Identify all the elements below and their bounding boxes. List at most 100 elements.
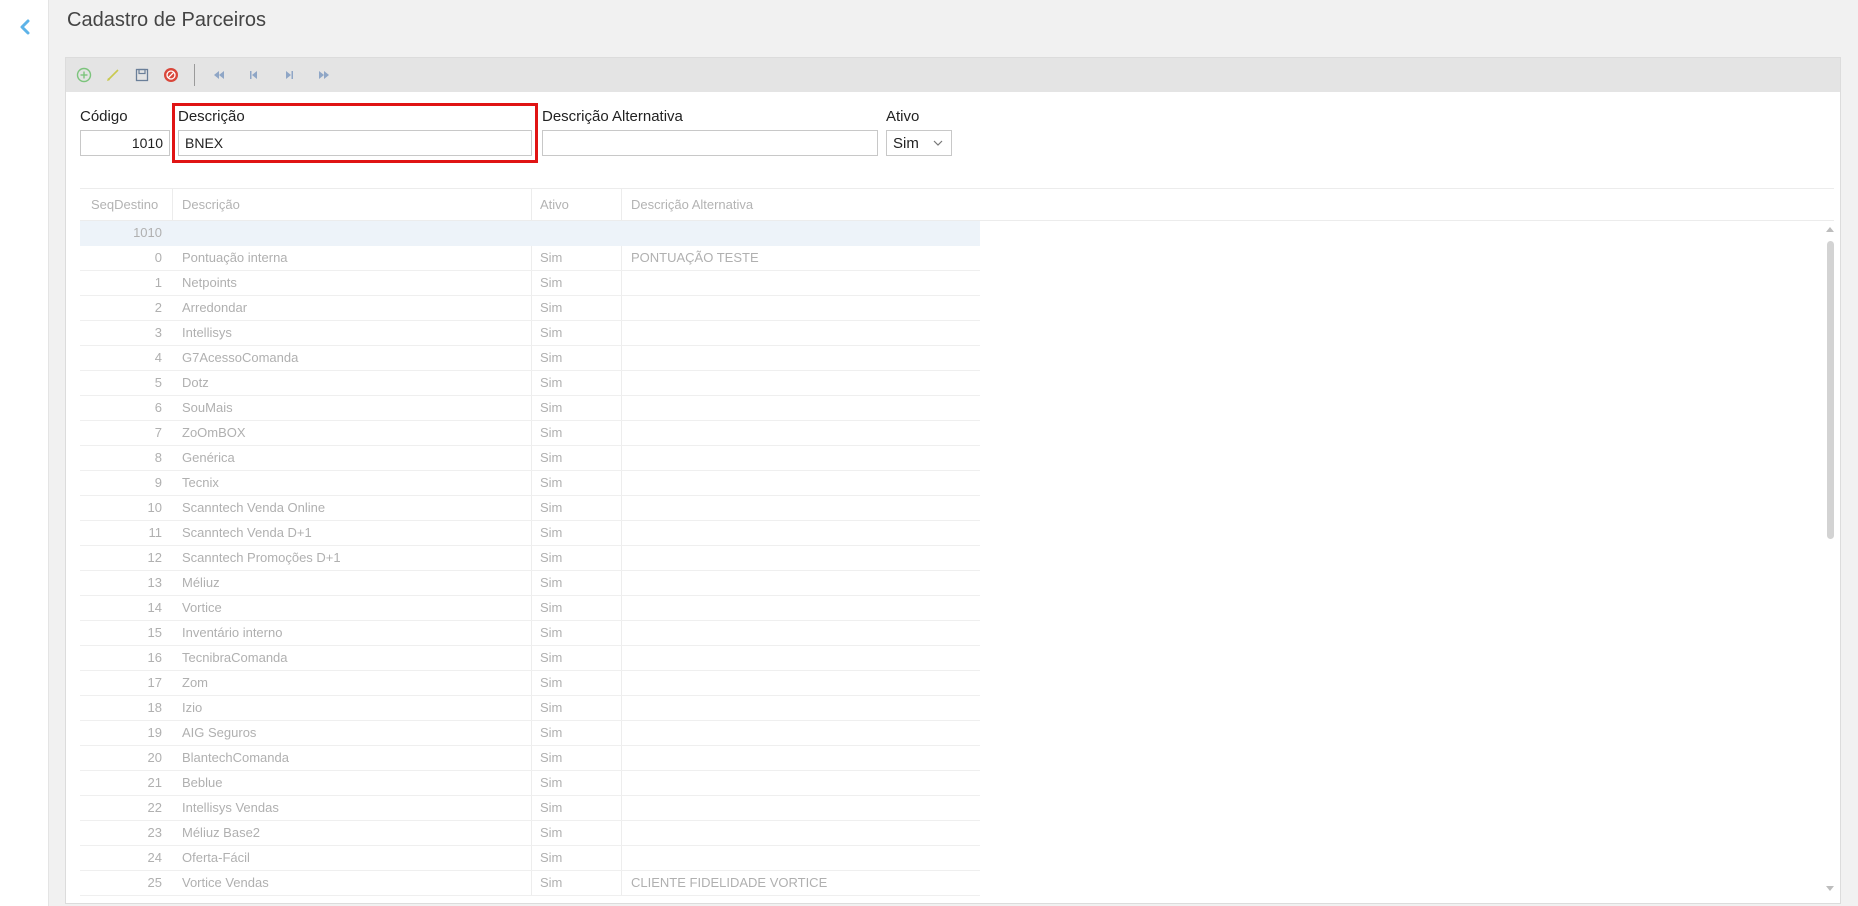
cell-descricao: Vortice Vendas — [182, 875, 269, 890]
cell-seqdestino: 16 — [147, 650, 162, 665]
table-row[interactable]: 4 G7AcessoComanda Sim — [80, 346, 980, 371]
table-row[interactable]: 10 Scanntech Venda Online Sim — [80, 496, 980, 521]
table-row[interactable]: 25 Vortice Vendas Sim CLIENTE FIDELIDADE VO… — [80, 871, 980, 896]
cell-descricao: Izio — [182, 700, 203, 715]
table-row[interactable]: 16 TecnibraComanda Sim — [80, 646, 980, 671]
column-divider — [621, 796, 622, 820]
table-row[interactable]: 24 Oferta-Fácil Sim — [80, 846, 980, 871]
table-row[interactable]: 5 Dotz Sim — [80, 371, 980, 396]
cell-descricao: Méliuz — [182, 575, 220, 590]
cell-ativo: Sim — [540, 425, 563, 440]
column-divider — [621, 346, 622, 370]
next-record-icon[interactable] — [277, 63, 301, 87]
cell-ativo: Sim — [540, 800, 563, 815]
cell-descricao-alternativa — [631, 521, 971, 545]
cell-ativo: Sim — [540, 850, 563, 865]
table-row[interactable]: 21 Beblue Sim — [80, 771, 980, 796]
first-record-icon[interactable] — [207, 63, 231, 87]
cell-ativo: Sim — [540, 725, 563, 740]
column-header-descricao[interactable]: Descrição — [182, 189, 240, 220]
cell-descricao-alternativa — [631, 396, 971, 420]
table-row[interactable]: 13 Méliuz Sim — [80, 571, 980, 596]
table-row[interactable]: 23 Méliuz Base2 Sim — [80, 821, 980, 846]
cell-ativo: Sim — [540, 450, 563, 465]
table-row[interactable]: 11 Scanntech Venda D+1 Sim — [80, 521, 980, 546]
cell-descricao-alternativa — [631, 346, 971, 370]
table-row[interactable]: 8 Genérica Sim — [80, 446, 980, 471]
cell-seqdestino: 2 — [154, 300, 162, 315]
cell-descricao-alternativa: CLIENTE FIDELIDADE VORTICE — [631, 875, 828, 890]
table-row[interactable]: 18 Izio Sim — [80, 696, 980, 721]
column-divider — [621, 571, 622, 595]
cell-ativo: Sim — [540, 775, 563, 790]
table-row[interactable]: 19 AIG Seguros Sim — [80, 721, 980, 746]
cell-seqdestino: 14 — [147, 600, 162, 615]
cell-ativo: Sim — [540, 625, 563, 640]
cell-ativo: Sim — [540, 475, 563, 490]
save-icon[interactable] — [130, 63, 154, 87]
cell-seqdestino: 23 — [147, 825, 162, 840]
back-chevron-icon[interactable] — [14, 14, 36, 40]
table-row[interactable]: 22 Intellisys Vendas Sim — [80, 796, 980, 821]
scroll-down-icon[interactable] — [1826, 886, 1834, 891]
table-row[interactable]: 20 BlantechComanda Sim — [80, 746, 980, 771]
scrollbar-thumb[interactable] — [1827, 241, 1834, 539]
cell-descricao-alternativa — [631, 296, 971, 320]
last-record-icon[interactable] — [312, 63, 336, 87]
table-row[interactable]: 7 ZoOmBOX Sim — [80, 421, 980, 446]
cell-seqdestino: 18 — [147, 700, 162, 715]
cell-seqdestino: 0 — [154, 250, 162, 265]
table-row[interactable]: 6 SouMais Sim — [80, 396, 980, 421]
column-divider — [621, 421, 622, 445]
toolbar — [66, 58, 1840, 92]
add-icon[interactable] — [72, 63, 96, 87]
cell-ativo: Sim — [540, 600, 563, 615]
desc-alt-input[interactable] — [542, 130, 878, 156]
cell-ativo: Sim — [540, 400, 563, 415]
grid-body: 1010 0 Pontuação interna Sim PONTUAÇÃO TESTE… — [80, 221, 980, 896]
table-row[interactable]: 12 Scanntech Promoções D+1 Sim — [80, 546, 980, 571]
cell-descricao: Pontuação interna — [182, 250, 288, 265]
cell-descricao-alternativa — [631, 721, 971, 745]
table-row[interactable]: 15 Inventário interno Sim — [80, 621, 980, 646]
table-row[interactable]: 14 Vortice Sim — [80, 596, 980, 621]
table-row[interactable]: 2 Arredondar Sim — [80, 296, 980, 321]
cell-descricao: Oferta-Fácil — [182, 850, 250, 865]
cell-seqdestino: 1010 — [133, 225, 162, 240]
column-header-ativo[interactable]: Ativo — [540, 189, 569, 220]
ativo-select[interactable]: Sim — [886, 130, 952, 156]
table-row[interactable]: 0 Pontuação interna Sim PONTUAÇÃO TESTE — [80, 246, 980, 271]
column-header-seqdestino[interactable]: SeqDestino — [91, 189, 158, 220]
grid-scrollbar[interactable] — [1823, 221, 1837, 891]
cell-descricao: Inventário interno — [182, 625, 283, 640]
table-row[interactable]: 1 Netpoints Sim — [80, 271, 980, 296]
table-row[interactable]: 3 Intellisys Sim — [80, 321, 980, 346]
previous-record-icon[interactable] — [242, 63, 266, 87]
cell-descricao: ZoOmBOX — [182, 425, 246, 440]
column-divider — [172, 189, 173, 220]
column-divider — [621, 496, 622, 520]
cell-descricao: SouMais — [182, 400, 233, 415]
cell-ativo: Sim — [540, 250, 563, 265]
table-row[interactable]: 1010 — [80, 221, 980, 246]
cell-descricao-alternativa — [631, 446, 971, 470]
cancel-icon[interactable] — [159, 63, 183, 87]
cell-descricao: G7AcessoComanda — [182, 350, 299, 365]
cell-ativo: Sim — [540, 350, 563, 365]
cell-descricao-alternativa — [631, 546, 971, 570]
table-row[interactable]: 9 Tecnix Sim — [80, 471, 980, 496]
cell-descricao-alternativa — [631, 846, 971, 870]
column-header-descricao-alternativa[interactable]: Descrição Alternativa — [631, 189, 753, 220]
edit-icon[interactable] — [101, 63, 125, 87]
cell-descricao-alternativa — [631, 496, 971, 520]
descricao-input[interactable] — [178, 130, 532, 156]
table-row[interactable]: 17 Zom Sim — [80, 671, 980, 696]
scroll-up-icon[interactable] — [1826, 227, 1834, 232]
cell-seqdestino: 10 — [147, 500, 162, 515]
cell-descricao: Vortice — [182, 600, 222, 615]
codigo-input[interactable] — [80, 130, 170, 156]
cell-descricao-alternativa — [631, 571, 971, 595]
cell-ativo: Sim — [540, 375, 563, 390]
column-divider — [621, 296, 622, 320]
cell-descricao: Beblue — [182, 775, 223, 790]
